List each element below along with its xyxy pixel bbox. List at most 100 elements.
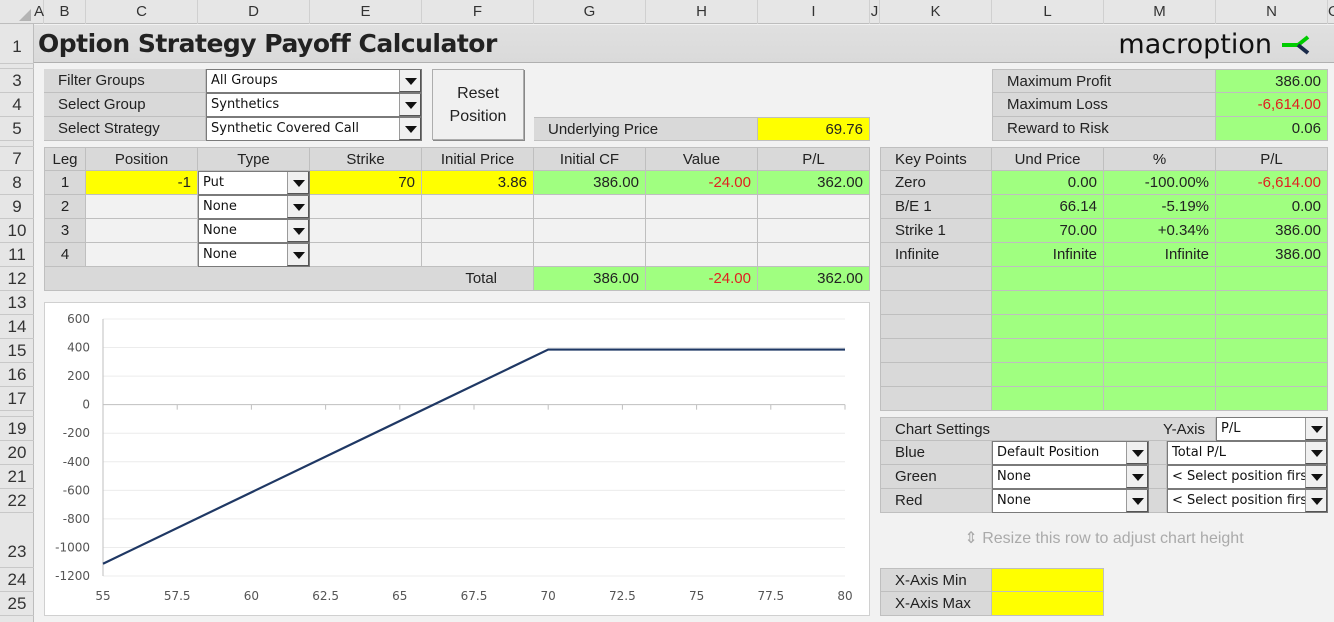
green-position-dropdown[interactable]: None (992, 465, 1149, 489)
row-header[interactable]: 8 (0, 171, 34, 195)
reset-position-button[interactable]: Reset Position (432, 69, 524, 140)
row-header[interactable]: 5 (0, 117, 34, 141)
leg-number: 2 (44, 195, 86, 219)
leg-position-input[interactable] (86, 219, 198, 243)
row-header[interactable]: 1 (0, 24, 34, 64)
payoff-chart[interactable]: 600 400 200 0 -200 -400 -600 -800 -1000 -1200 55 57… (44, 302, 870, 616)
row-header[interactable]: 12 (0, 267, 34, 291)
leg-position-input[interactable]: -1 (86, 171, 198, 195)
row-header[interactable]: 21 (0, 465, 34, 489)
blue-series-label: Blue (880, 441, 992, 465)
row-header[interactable]: 17 (0, 387, 34, 411)
leg-position-input[interactable] (86, 195, 198, 219)
chevron-down-icon[interactable] (1126, 490, 1148, 512)
row-header[interactable]: 19 (0, 417, 34, 441)
key-point-empty-cell (1216, 267, 1328, 291)
leg-position-input[interactable] (86, 243, 198, 267)
y-axis-dropdown[interactable]: P/L (1216, 417, 1328, 441)
column-header[interactable]: K (880, 0, 992, 24)
leg-strike-input[interactable]: 70 (310, 171, 422, 195)
row-header[interactable]: 3 (0, 69, 34, 93)
row-header[interactable]: 11 (0, 243, 34, 267)
select-group-dropdown[interactable]: Synthetics (206, 93, 422, 117)
underlying-price-input[interactable]: 69.76 (758, 117, 870, 141)
chevron-down-icon[interactable] (1126, 466, 1148, 488)
row-header[interactable]: 16 (0, 363, 34, 387)
row-header[interactable]: 20 (0, 441, 34, 465)
red-position-dropdown[interactable]: None (992, 489, 1149, 513)
chevron-down-icon[interactable] (287, 220, 309, 242)
select-all-corner[interactable] (0, 0, 34, 24)
chevron-down-icon[interactable] (1305, 490, 1327, 512)
chevron-down-icon[interactable] (287, 172, 309, 194)
column-header[interactable]: E (310, 0, 422, 24)
select-strategy-value: Synthetic Covered Call (211, 121, 359, 136)
row-header[interactable]: 9 (0, 195, 34, 219)
leg-initial-price-input[interactable] (422, 243, 534, 267)
blue-series-dropdown[interactable]: Total P/L (1167, 441, 1328, 465)
filter-groups-dropdown[interactable]: All Groups (206, 69, 422, 93)
chevron-down-icon[interactable] (1305, 418, 1327, 440)
blue-position-dropdown[interactable]: Default Position (992, 441, 1149, 465)
x-tick-label: 77.5 (757, 589, 784, 603)
leg-number: 3 (44, 219, 86, 243)
row-header[interactable]: 13 (0, 291, 34, 315)
chevron-down-icon[interactable] (399, 94, 421, 116)
column-header[interactable]: H (646, 0, 758, 24)
column-header[interactable]: B (44, 0, 86, 24)
key-point-empty-cell (992, 315, 1104, 339)
key-points-header-price: Und Price (992, 147, 1104, 171)
x-axis-max-input[interactable] (992, 592, 1104, 616)
leg-type-dropdown[interactable]: None (198, 219, 310, 243)
key-point-empty-cell (1104, 315, 1216, 339)
leg-initial-price-input[interactable] (422, 195, 534, 219)
chevron-down-icon[interactable] (1305, 466, 1327, 488)
chevron-down-icon[interactable] (399, 118, 421, 140)
red-series-dropdown[interactable]: < Select position first (1167, 489, 1328, 513)
row-header[interactable]: 24 (0, 568, 34, 592)
leg-pl: 362.00 (758, 171, 870, 195)
row-header[interactable]: 25 (0, 592, 34, 616)
column-header[interactable]: A (34, 0, 44, 24)
column-header[interactable]: I (758, 0, 870, 24)
row-header[interactable]: 22 (0, 489, 34, 513)
leg-type-dropdown[interactable]: Put (198, 171, 310, 195)
chevron-down-icon[interactable] (399, 70, 421, 92)
leg-value (646, 243, 758, 267)
select-strategy-dropdown[interactable]: Synthetic Covered Call (206, 117, 422, 141)
row-header[interactable]: 7 (0, 147, 34, 171)
row-header[interactable]: 10 (0, 219, 34, 243)
leg-strike-input[interactable] (310, 219, 422, 243)
row-header[interactable]: 15 (0, 339, 34, 363)
chevron-down-icon[interactable] (1126, 442, 1148, 464)
leg-type-dropdown[interactable]: None (198, 195, 310, 219)
column-header[interactable]: C (86, 0, 198, 24)
key-point-name: B/E 1 (880, 195, 992, 219)
column-header[interactable]: L (992, 0, 1104, 24)
column-header[interactable]: D (198, 0, 310, 24)
title-bar: Option Strategy Payoff Calculator macrop… (34, 25, 1334, 63)
column-header[interactable]: F (422, 0, 534, 24)
chevron-down-icon[interactable] (1305, 442, 1327, 464)
green-series-dropdown[interactable]: < Select position first (1167, 465, 1328, 489)
x-tick-label: 55 (95, 589, 110, 603)
column-header[interactable]: M (1104, 0, 1216, 24)
leg-initial-price-input[interactable]: 3.86 (422, 171, 534, 195)
row-header[interactable]: 4 (0, 93, 34, 117)
column-header[interactable]: J (870, 0, 880, 24)
leg-initial-price-input[interactable] (422, 219, 534, 243)
leg-strike-input[interactable] (310, 195, 422, 219)
key-point-price: 0.00 (992, 171, 1104, 195)
chart-settings-label: Chart Settings Y-Axis (880, 417, 1216, 441)
x-axis-min-input[interactable] (992, 568, 1104, 592)
column-header[interactable]: N (1216, 0, 1328, 24)
leg-type-value: None (203, 199, 237, 214)
row-header[interactable]: 14 (0, 315, 34, 339)
chevron-down-icon[interactable] (287, 196, 309, 218)
column-header[interactable]: G (534, 0, 646, 24)
row-header[interactable]: 23 (0, 513, 34, 568)
leg-strike-input[interactable] (310, 243, 422, 267)
chevron-down-icon[interactable] (287, 244, 309, 266)
column-header[interactable]: O (1328, 0, 1334, 24)
leg-type-dropdown[interactable]: None (198, 243, 310, 267)
